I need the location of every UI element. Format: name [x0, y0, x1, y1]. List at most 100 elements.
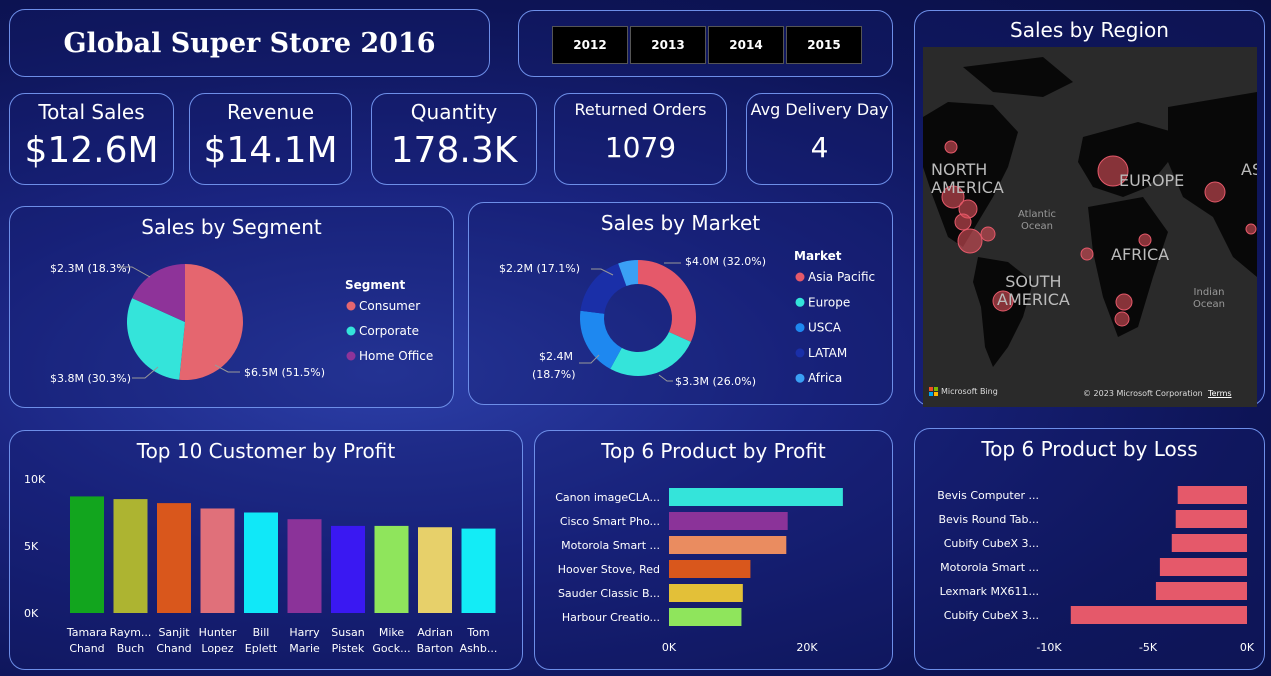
bar-tom-ashb [461, 528, 496, 613]
bar-cubify-cubex-3 [1171, 534, 1247, 552]
bar-harbour-creatio [669, 608, 742, 626]
x-tick-label: 0K [662, 641, 677, 654]
region-bubble [954, 213, 972, 231]
legend-label-latam: LATAM [808, 346, 847, 360]
market-label-europe: $3.3M (26.0%) [675, 375, 756, 388]
map-terms-link[interactable]: Terms [1208, 389, 1232, 398]
kpi-avg-delivery: Avg Delivery Day 4 [746, 93, 893, 185]
region-bubble [1204, 181, 1226, 203]
y-tick-label: 5K [24, 540, 39, 553]
legend-label-consumer: Consumer [359, 299, 420, 313]
legend-marker-asia-pacific [795, 272, 805, 282]
y-tick-label: Sauder Classic B... [558, 587, 660, 600]
x-tick-label: Tamara [66, 626, 107, 639]
map-label-north-america: NORTH [931, 160, 988, 179]
region-bubble [1080, 247, 1094, 261]
y-tick-label: Cisco Smart Pho... [560, 515, 660, 528]
legend-title: Market [794, 249, 842, 263]
map-label-europe: EUROPE [1119, 171, 1185, 190]
x-tick-label: Chand [69, 642, 104, 655]
kpi-value: $12.6M [24, 130, 159, 171]
kpi-label: Revenue [226, 100, 315, 124]
bar-cubify-cubex-3 [1070, 606, 1247, 624]
kpi-value: 178.3K [390, 130, 518, 171]
kpi-revenue: Revenue $14.1M [189, 93, 352, 185]
x-tick-label: Raym... [110, 626, 152, 639]
x-tick-label: Adrian [417, 626, 453, 639]
bar-hoover-stove-red [669, 560, 751, 578]
bar-mike-gock [374, 525, 409, 613]
year-button-2015[interactable]: 2015 [786, 26, 862, 64]
kpi-value: 1079 [604, 131, 677, 164]
map-label-africa: AFRICA [1111, 245, 1170, 264]
market-chart-panel: Sales by Market $4.0M (32.0%) $2.2M (17.… [468, 202, 893, 405]
map-label-south-america-2: AMERICA [997, 290, 1070, 309]
segment-label-consumer: $6.5M (51.5%) [244, 366, 325, 379]
legend-marker-latam [795, 348, 805, 358]
year-button-2012[interactable]: 2012 [552, 26, 628, 64]
bar-harry-marie [287, 519, 322, 613]
bar-bevis-computer [1177, 486, 1247, 504]
market-label-usca: $2.4M [539, 350, 573, 363]
legend-marker-home-office [346, 351, 356, 361]
bar-adrian-barton [418, 527, 452, 613]
x-tick-label: 20K [796, 641, 818, 654]
year-button-2013[interactable]: 2013 [630, 26, 706, 64]
dashboard-title: Global Super Store 2016 [63, 27, 436, 59]
customer-bar-chart: 10K 5K 0K Tamara Chand Raym... Buch Sanjit Chand… [24, 473, 498, 655]
map-label-atlantic: Atlantic [1018, 209, 1057, 220]
x-tick-label: Harry [289, 626, 320, 639]
kpi-value: $14.1M [203, 130, 338, 171]
legend-marker-consumer [346, 301, 356, 311]
bar-lexmark-mx611 [1155, 582, 1247, 600]
y-tick-label: Bevis Computer ... [937, 489, 1039, 502]
map-label-indian-2: Ocean [1193, 299, 1225, 310]
x-tick-label: Hunter [199, 626, 237, 639]
region-bubble [1115, 293, 1133, 311]
bar-tamara-chand [70, 496, 104, 613]
map-label-south-america: SOUTH [1005, 272, 1062, 291]
legend-label-usca: USCA [808, 321, 842, 335]
region-bubble [944, 140, 958, 154]
segment-label-corporate: $3.8M (30.3%) [50, 372, 131, 385]
x-tick-label: Ashb... [460, 642, 498, 655]
y-tick-label: Harbour Creatio... [562, 611, 660, 624]
product-profit-bar-chart: Canon imageCLA... Cisco Smart Pho... Motor… [555, 488, 843, 654]
x-tick-label: Marie [289, 642, 320, 655]
bar-hunter-lopez [200, 508, 235, 613]
y-tick-label: Cubify CubeX 3... [944, 537, 1039, 550]
y-tick-label: Motorola Smart ... [940, 561, 1039, 574]
kpi-label: Quantity [410, 100, 498, 124]
x-tick-label: Gock... [372, 642, 410, 655]
market-donut-chart: $4.0M (32.0%) $2.2M (17.1%) $2.4M (18.7%… [499, 249, 875, 388]
donut-slice-asia-pacific [638, 260, 696, 342]
x-tick-label: Susan [331, 626, 364, 639]
chart-title: Sales by Region [1010, 18, 1169, 42]
legend-label-europe: Europe [808, 295, 850, 309]
year-button-2014[interactable]: 2014 [708, 26, 784, 64]
segment-label-home-office: $2.3M (18.3%) [50, 262, 131, 275]
legend-label-africa: Africa [808, 371, 842, 385]
bar-motorola-smart [1159, 558, 1247, 576]
x-tick-label: Eplett [245, 642, 278, 655]
year-slicer: 2012 2013 2014 2015 [518, 10, 893, 77]
legend-label-asia-pacific: Asia Pacific [808, 270, 875, 284]
x-tick-label: -10K [1036, 641, 1062, 654]
region-bubble [1245, 223, 1257, 235]
segment-pie-chart: $2.3M (18.3%) $3.8M (30.3%) $6.5M (51.5%… [50, 262, 433, 385]
legend-label-home-office: Home Office [359, 349, 433, 363]
region-bubble [980, 226, 996, 242]
x-tick-label: Buch [117, 642, 145, 655]
kpi-value: 4 [810, 131, 829, 164]
y-tick-label: Motorola Smart ... [561, 539, 660, 552]
map-label-north-america-2: AMERICA [931, 178, 1004, 197]
bar-sauder-classic-b [669, 584, 743, 602]
product-loss-bar-chart: Bevis Computer ... Bevis Round Tab... Cubi… [937, 486, 1255, 654]
map-brand: Microsoft Bing [941, 387, 998, 396]
kpi-returned-orders: Returned Orders 1079 [554, 93, 727, 185]
title-panel: Global Super Store 2016 [9, 9, 490, 77]
region-map-panel: Sales by Region NORTH AMERICA EUROPE ASI… [914, 10, 1265, 407]
world-map[interactable]: NORTH AMERICA EUROPE ASI Atlantic Ocean … [923, 47, 1257, 407]
y-tick-label: Cubify CubeX 3... [944, 609, 1039, 622]
y-tick-label: Hoover Stove, Red [558, 563, 660, 576]
